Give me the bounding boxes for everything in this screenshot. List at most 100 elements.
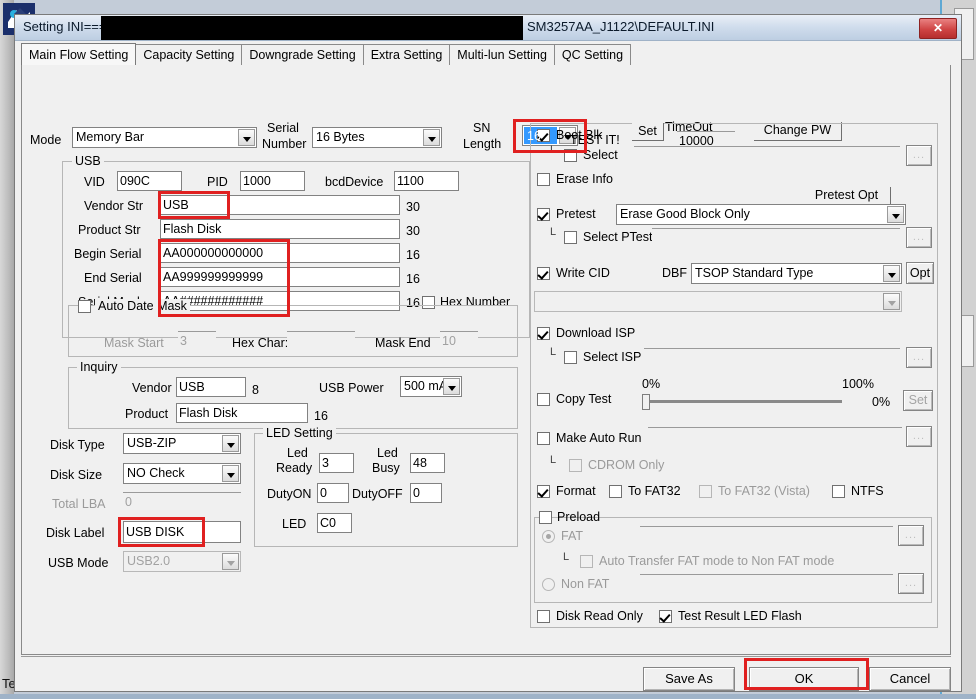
mode-combo[interactable]: Memory Bar	[72, 127, 257, 148]
boot-blk-select-input[interactable]	[634, 146, 900, 166]
to-fat32-vista-checkbox[interactable]	[699, 485, 712, 498]
fat-path-input[interactable]	[640, 526, 893, 546]
led-input[interactable]: C0	[317, 513, 352, 533]
download-isp-checkbox[interactable]	[537, 327, 550, 340]
led-ready-input[interactable]: 3	[319, 453, 354, 473]
disk-label-input[interactable]: USB DISK	[123, 521, 241, 543]
format-checkbox[interactable]	[537, 485, 550, 498]
select-isp-input[interactable]	[644, 348, 900, 368]
cdrom-only-checkbox[interactable]	[569, 459, 582, 472]
inquiry-vendor-input[interactable]: USB	[176, 377, 246, 397]
boot-blk-set-button[interactable]: Set	[632, 123, 664, 141]
begin-serial-input[interactable]: AA000000000000	[160, 243, 400, 263]
boot-blk-browse-button[interactable]: ...	[906, 145, 932, 166]
select-ptest-checkbox[interactable]	[564, 231, 577, 244]
ok-button[interactable]: OK	[749, 667, 859, 691]
erase-info-label: Erase Info	[556, 172, 613, 186]
duty-off-input[interactable]: 0	[410, 483, 442, 503]
chevron-down-icon	[222, 435, 239, 452]
erase-info-checkbox[interactable]	[537, 173, 550, 186]
boot-blk-select-checkbox[interactable]	[564, 149, 577, 162]
pretest-checkbox[interactable]	[537, 208, 550, 221]
chevron-down-icon	[887, 206, 904, 223]
tab-multi-lun-setting[interactable]: Multi-lun Setting	[449, 44, 555, 65]
copy-test-slider-track[interactable]	[646, 400, 842, 403]
non-fat-browse-button[interactable]: ...	[898, 573, 924, 594]
hex-char-input[interactable]	[287, 331, 355, 351]
end-serial-input[interactable]: AA999999999999	[160, 267, 400, 287]
make-auto-run-label: Make Auto Run	[556, 431, 641, 445]
led-label: LED	[282, 517, 306, 531]
pretest-combo[interactable]: Erase Good Block Only	[616, 204, 906, 225]
inquiry-group-title: Inquiry	[77, 360, 121, 374]
preload-label: Preload	[557, 510, 600, 524]
disk-read-only-checkbox[interactable]	[537, 610, 550, 623]
non-fat-radio[interactable]	[542, 578, 555, 591]
dbf-combo-value: TSOP Standard Type	[695, 266, 813, 280]
dbf-opt-button[interactable]: Opt	[906, 262, 934, 284]
mask-start-input[interactable]: 3	[178, 331, 216, 351]
copy-test-set-button[interactable]: Set	[903, 390, 933, 411]
hex-char-label: Hex Char:	[232, 336, 288, 350]
save-as-button[interactable]: Save As	[643, 667, 735, 691]
to-fat32-checkbox[interactable]	[609, 485, 622, 498]
mask-end-input[interactable]: 10	[440, 331, 478, 351]
tab-main-flow-setting[interactable]: Main Flow Setting	[21, 43, 136, 65]
select-ptest-browse-button[interactable]: ...	[906, 227, 932, 248]
duty-on-input[interactable]: 0	[317, 483, 349, 503]
disk-size-combo[interactable]: NO Check	[123, 463, 241, 484]
select-isp-browse-button[interactable]: ...	[906, 347, 932, 368]
dbf-combo[interactable]: TSOP Standard Type	[691, 263, 902, 284]
auto-date-mask-checkbox[interactable]	[78, 300, 91, 313]
tab-extra-setting[interactable]: Extra Setting	[363, 44, 451, 65]
product-str-input[interactable]: Flash Disk	[160, 219, 400, 239]
pid-label: PID	[207, 175, 228, 189]
usb-mode-label: USB Mode	[48, 556, 108, 570]
usb-power-combo[interactable]: 500 mA	[400, 376, 462, 397]
inquiry-product-input[interactable]: Flash Disk	[176, 403, 308, 423]
test-result-led-checkbox[interactable]	[659, 610, 672, 623]
inquiry-product-length: 16	[314, 409, 328, 423]
pid-input[interactable]: 1000	[240, 171, 305, 191]
dbf-secondary-combo[interactable]	[534, 291, 902, 312]
serial-number-label-line2: Number	[262, 137, 306, 151]
percent-min-label: 0%	[642, 377, 660, 391]
close-icon[interactable]: ✕	[919, 18, 957, 39]
fat-radio[interactable]	[542, 530, 555, 543]
product-str-length: 30	[406, 224, 420, 238]
fat-browse-button[interactable]: ...	[898, 525, 924, 546]
sn-length-combo-value: 16	[527, 127, 541, 146]
auto-transfer-checkbox[interactable]	[580, 555, 593, 568]
select-isp-checkbox[interactable]	[564, 351, 577, 364]
make-auto-run-browse-button[interactable]: ...	[906, 426, 932, 447]
chevron-down-icon	[222, 553, 239, 570]
preload-checkbox[interactable]	[539, 511, 552, 524]
tab-capacity-setting[interactable]: Capacity Setting	[135, 44, 242, 65]
make-auto-run-checkbox[interactable]	[537, 432, 550, 445]
copy-test-slider-thumb[interactable]	[642, 394, 650, 410]
non-fat-path-input[interactable]	[640, 574, 893, 594]
end-serial-length: 16	[406, 272, 420, 286]
disk-label-label: Disk Label	[46, 526, 104, 540]
make-auto-run-input[interactable]	[648, 427, 902, 447]
auto-transfer-label: Auto Transfer FAT mode to Non FAT mode	[599, 554, 834, 568]
vid-input[interactable]: 090C	[117, 171, 182, 191]
write-cid-label: Write CID	[556, 266, 610, 280]
pretest-elbow-icon: L	[550, 226, 556, 238]
begin-serial-label: Begin Serial	[74, 247, 141, 261]
tab-downgrade-setting[interactable]: Downgrade Setting	[241, 44, 363, 65]
select-ptest-input[interactable]	[652, 228, 900, 248]
total-lba-input[interactable]: 0	[123, 492, 241, 512]
serial-number-combo[interactable]: 16 Bytes	[312, 127, 442, 148]
write-cid-checkbox[interactable]	[537, 267, 550, 280]
usb-mode-combo[interactable]: USB2.0	[123, 551, 241, 572]
bcddevice-input[interactable]: 1100	[394, 171, 459, 191]
vendor-str-input[interactable]: USB	[160, 195, 400, 215]
led-busy-input[interactable]: 48	[410, 453, 445, 473]
copy-test-checkbox[interactable]	[537, 393, 550, 406]
disk-type-combo[interactable]: USB-ZIP	[123, 433, 241, 454]
tab-qc-setting[interactable]: QC Setting	[554, 44, 631, 65]
ntfs-checkbox[interactable]	[832, 485, 845, 498]
download-isp-elbow-icon: L	[550, 346, 556, 358]
cancel-button[interactable]: Cancel	[869, 667, 951, 691]
